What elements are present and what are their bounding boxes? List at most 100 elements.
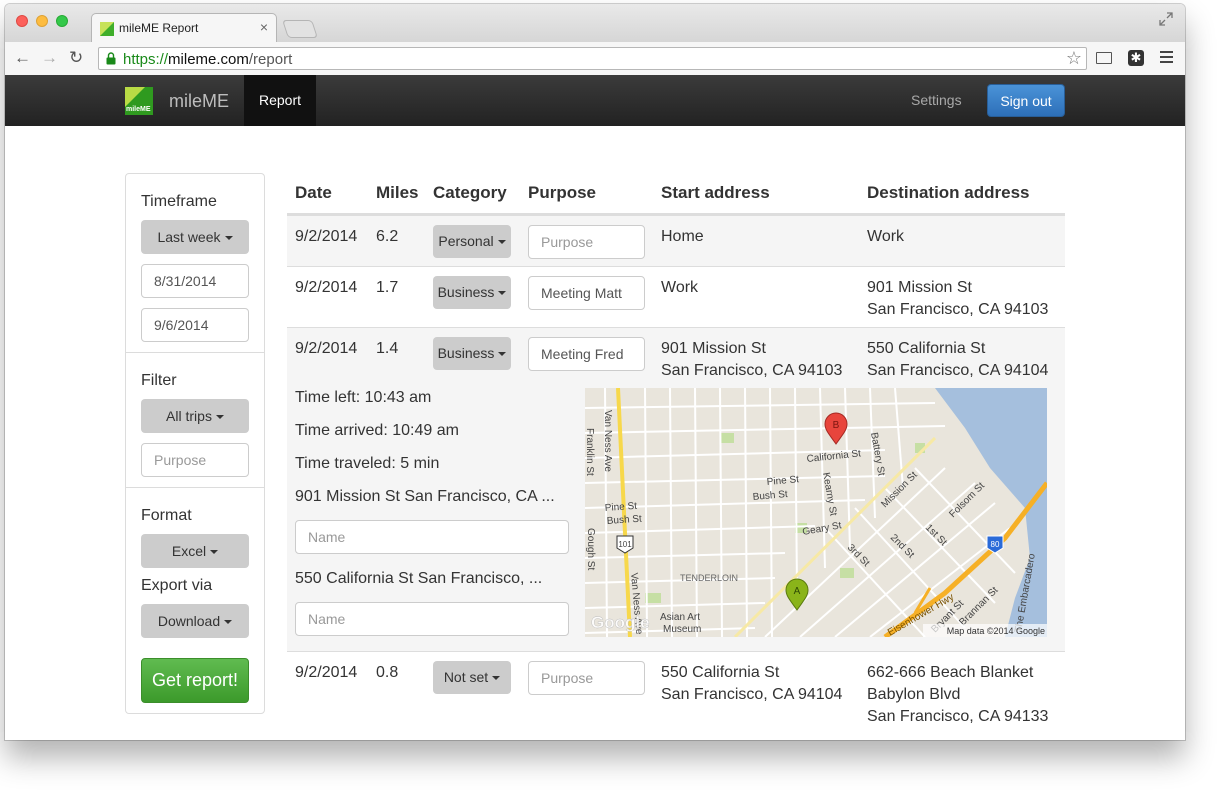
end-name-input[interactable]: Name xyxy=(295,602,569,636)
menu-icon[interactable] xyxy=(1160,51,1173,66)
back-arrow-icon[interactable]: ← xyxy=(14,49,31,67)
favicon-icon xyxy=(100,22,114,36)
start-full-address: 901 Mission St San Francisco, CA ... xyxy=(295,488,555,505)
start-address-line2: San Francisco, CA 94104 xyxy=(661,686,843,703)
start-address-line2: San Francisco, CA 94103 xyxy=(661,362,843,379)
map-label-franklin: Franklin St xyxy=(585,428,595,476)
table-row[interactable]: 9/2/2014 6.2 Personal Purpose Home Work xyxy=(287,215,1065,266)
purpose-filter-input[interactable]: Purpose xyxy=(141,443,249,477)
map-label-tenderloin: TENDERLOIN xyxy=(680,573,738,583)
purpose-input[interactable]: Meeting Matt xyxy=(528,276,645,310)
svg-text:80: 80 xyxy=(991,540,1000,549)
minimize-window-button[interactable] xyxy=(36,15,48,27)
caret-down-icon xyxy=(498,291,507,296)
reload-icon[interactable]: ↻ xyxy=(69,49,83,67)
format-value: Excel xyxy=(171,543,207,559)
route-map[interactable]: 101 80 Van Ness Ave Franklin St Californ… xyxy=(585,388,1047,637)
start-date-input[interactable]: 8/31/2014 xyxy=(141,264,249,298)
timeframe-dropdown[interactable]: Last week xyxy=(141,220,249,254)
column-header-purpose[interactable]: Purpose xyxy=(528,183,596,203)
address-bar[interactable]: https://mileme.com/report ☆ xyxy=(98,47,1087,70)
timeframe-label: Timeframe xyxy=(141,193,217,210)
destination-address-line3: San Francisco, CA 94133 xyxy=(867,708,1049,725)
caret-down-icon xyxy=(215,415,224,420)
caret-down-icon xyxy=(492,676,501,681)
svg-text:B: B xyxy=(833,420,840,431)
main-content: Timeframe Last week 8/31/2014 9/6/2014 F… xyxy=(5,126,1185,740)
category-dropdown[interactable]: Not set xyxy=(433,661,511,694)
start-address-line1: 901 Mission St xyxy=(661,340,766,357)
timeframe-value: Last week xyxy=(157,229,221,245)
destination-address-line1: 901 Mission St xyxy=(867,279,972,296)
new-tab-button[interactable] xyxy=(282,20,318,38)
trip-date: 9/2/2014 xyxy=(295,228,358,245)
column-header-miles[interactable]: Miles xyxy=(376,183,419,203)
trip-date: 9/2/2014 xyxy=(295,340,358,357)
svg-text:101: 101 xyxy=(618,540,632,549)
category-value: Personal xyxy=(438,233,494,249)
sign-out-button[interactable]: Sign out xyxy=(987,84,1065,117)
destination-address-line2: San Francisco, CA 94103 xyxy=(867,301,1049,318)
destination-address-line1: 550 California St xyxy=(867,340,986,357)
app-navbar: mileME mileME Report Settings Sign out xyxy=(5,75,1185,126)
category-dropdown[interactable]: Business xyxy=(433,337,511,370)
column-header-date[interactable]: Date xyxy=(295,183,332,203)
nav-item-settings[interactable]: Settings xyxy=(911,92,962,108)
nav-item-report[interactable]: Report xyxy=(244,75,316,126)
time-left: Time left: 10:43 am xyxy=(295,389,432,406)
forward-arrow-icon[interactable]: → xyxy=(41,49,58,67)
cast-icon[interactable] xyxy=(1096,52,1112,64)
browser-toolbar: ← → ↻ https://mileme.com/report ☆ ✱ xyxy=(5,42,1185,76)
column-header-category[interactable]: Category xyxy=(433,183,507,203)
extension-icon[interactable]: ✱ xyxy=(1128,50,1144,66)
time-traveled: Time traveled: 5 min xyxy=(295,455,440,472)
column-header-destination-address[interactable]: Destination address xyxy=(867,183,1030,203)
start-name-input[interactable]: Name xyxy=(295,520,569,554)
destination-address-line2: Babylon Blvd xyxy=(867,686,961,703)
end-date-input[interactable]: 9/6/2014 xyxy=(141,308,249,342)
trip-miles: 1.7 xyxy=(376,279,399,296)
trip-date: 9/2/2014 xyxy=(295,279,358,296)
browser-tab[interactable]: mileME Report × xyxy=(91,13,277,43)
bookmark-star-icon[interactable]: ☆ xyxy=(1066,48,1082,69)
caret-down-icon xyxy=(210,550,219,555)
purpose-input[interactable]: Purpose xyxy=(528,225,645,259)
category-dropdown[interactable]: Business xyxy=(433,276,511,309)
divider xyxy=(126,487,264,488)
start-address: Work xyxy=(661,279,699,296)
export-value: Download xyxy=(157,613,221,629)
brand-name[interactable]: mileME xyxy=(169,91,229,112)
export-dropdown[interactable]: Download xyxy=(141,604,249,638)
purpose-input[interactable]: Purpose xyxy=(528,661,645,695)
caret-down-icon xyxy=(498,352,507,357)
google-logo: Google xyxy=(591,613,650,632)
table-row-expanded[interactable]: 9/2/2014 1.4 Business Meeting Fred 901 M… xyxy=(287,327,1065,651)
purpose-input[interactable]: Meeting Fred xyxy=(528,337,645,371)
url-text: https://mileme.com/report xyxy=(123,51,293,68)
zoom-window-button[interactable] xyxy=(56,15,68,27)
divider xyxy=(126,352,264,353)
table-row[interactable]: 9/2/2014 1.7 Business Meeting Matt Work … xyxy=(287,266,1065,327)
map-label-pine-west: Pine St xyxy=(604,501,637,514)
table-row[interactable]: 9/2/2014 0.8 Not set Purpose 550 Califor… xyxy=(287,651,1065,735)
map-label-gough: Gough St xyxy=(585,528,596,570)
get-report-button[interactable]: Get report! xyxy=(141,658,249,703)
trip-date: 9/2/2014 xyxy=(295,664,358,681)
filter-dropdown[interactable]: All trips xyxy=(141,399,249,433)
category-dropdown[interactable]: Personal xyxy=(433,225,511,258)
caret-down-icon xyxy=(224,236,233,241)
filter-label: Filter xyxy=(141,372,177,389)
format-dropdown[interactable]: Excel xyxy=(141,534,249,568)
start-address-line1: 550 California St xyxy=(661,664,780,681)
map-canvas: 101 80 Van Ness Ave Franklin St Californ… xyxy=(585,388,1047,637)
brand-logo-icon[interactable]: mileME xyxy=(125,87,153,115)
close-window-button[interactable] xyxy=(16,15,28,27)
category-value: Not set xyxy=(443,669,489,685)
caret-down-icon xyxy=(224,620,233,625)
column-header-start-address[interactable]: Start address xyxy=(661,183,770,203)
trip-miles: 6.2 xyxy=(376,228,399,245)
destination-address: Work xyxy=(867,228,905,245)
export-label: Export via xyxy=(141,577,213,594)
fullscreen-icon[interactable] xyxy=(1159,12,1173,26)
close-tab-icon[interactable]: × xyxy=(260,19,268,35)
